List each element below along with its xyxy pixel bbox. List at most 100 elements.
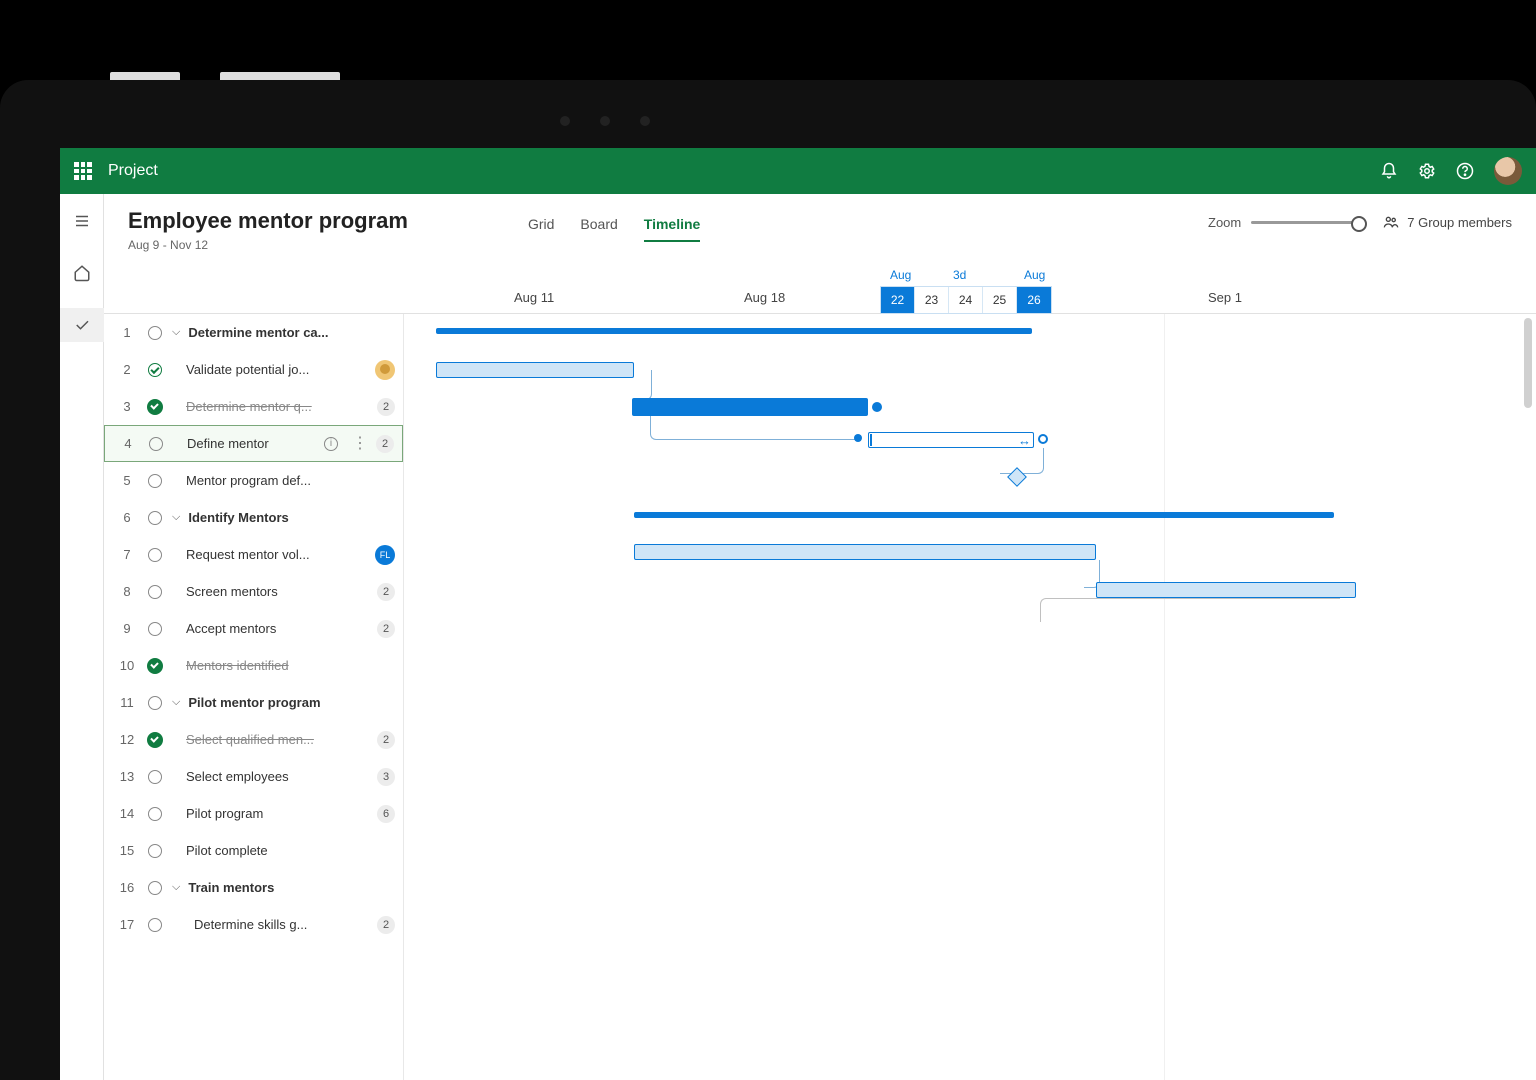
row-number: 7 — [116, 547, 138, 562]
vertical-scrollbar[interactable] — [1524, 318, 1532, 408]
tab-board[interactable]: Board — [580, 216, 617, 242]
day-cells[interactable]: 22 23 24 25 26 — [880, 286, 1052, 314]
chevron-down-icon[interactable]: ⌵ — [172, 326, 180, 339]
app-launcher-icon[interactable] — [74, 162, 92, 180]
task-row[interactable]: 17Determine skills g...2 — [104, 906, 403, 943]
task-name: Mentors identified — [172, 658, 395, 673]
chevron-down-icon[interactable]: ⌵ — [172, 881, 180, 894]
task-row[interactable]: 3Determine mentor q...2 — [104, 388, 403, 425]
task-name: Determine mentor q... — [172, 399, 369, 414]
task-row[interactable]: 10Mentors identified — [104, 647, 403, 684]
task-row[interactable]: 11⌵Pilot mentor program — [104, 684, 403, 721]
task-row[interactable]: 9Accept mentors2 — [104, 610, 403, 647]
scale-date: Sep 1 — [1208, 290, 1242, 305]
day-cell[interactable]: 22 — [881, 287, 915, 313]
tasks-nav[interactable] — [60, 308, 104, 342]
assignee-avatar[interactable] — [375, 360, 395, 380]
task-row[interactable]: 4Define mentori⋮2 — [104, 425, 403, 462]
info-icon[interactable]: i — [324, 437, 338, 451]
task-row[interactable]: 8Screen mentors2 — [104, 573, 403, 610]
home-nav[interactable] — [60, 256, 104, 290]
status-open-icon[interactable] — [148, 881, 162, 895]
count-badge: 2 — [377, 916, 395, 934]
task-row[interactable]: 2 Validate potential jo... — [104, 351, 403, 388]
task-row[interactable]: 6⌵Identify Mentors — [104, 499, 403, 536]
row-number: 1 — [116, 325, 138, 340]
status-progress-icon[interactable] — [148, 363, 162, 377]
day-cell[interactable]: 23 — [915, 287, 949, 313]
count-badge: 2 — [377, 583, 395, 601]
left-rail — [60, 194, 104, 1080]
status-open-icon[interactable] — [148, 548, 162, 562]
group-members-button[interactable]: 7 Group members — [1383, 214, 1512, 230]
chevron-down-icon[interactable]: ⌵ — [172, 696, 180, 709]
task-name: Determine mentor ca... — [188, 325, 395, 340]
gantt-bar[interactable] — [868, 432, 1034, 448]
day-cell[interactable]: 25 — [983, 287, 1017, 313]
task-row[interactable]: 12Select qualified men...2 — [104, 721, 403, 758]
status-open-icon[interactable] — [148, 918, 162, 932]
assignee-avatar[interactable]: FL — [375, 545, 395, 565]
gantt-bar[interactable] — [436, 362, 634, 378]
task-name: Select employees — [172, 769, 369, 784]
scale-month: Aug — [890, 268, 911, 282]
status-open-icon[interactable] — [148, 696, 162, 710]
status-done-icon[interactable] — [147, 399, 163, 415]
task-row[interactable]: 14Pilot program6 — [104, 795, 403, 832]
status-done-icon[interactable] — [147, 732, 163, 748]
user-avatar[interactable] — [1494, 157, 1522, 185]
help-icon[interactable] — [1456, 162, 1474, 180]
task-row[interactable]: 1 ⌵ Determine mentor ca... — [104, 314, 403, 351]
project-date-range: Aug 9 - Nov 12 — [128, 238, 408, 252]
timeline-scale: Aug 11 Aug 18 Sep 1 Aug 3d Aug 22 23 24 … — [104, 260, 1536, 314]
status-open-icon[interactable] — [148, 807, 162, 821]
gear-icon[interactable] — [1418, 162, 1436, 180]
bell-icon[interactable] — [1380, 162, 1398, 180]
scale-month: 3d — [953, 268, 966, 282]
menu-toggle[interactable] — [60, 204, 104, 238]
gantt-bar[interactable] — [634, 544, 1096, 560]
task-name: Validate potential jo... — [172, 362, 367, 377]
count-badge: 3 — [377, 768, 395, 786]
scale-date: Aug 18 — [744, 290, 785, 305]
task-row[interactable]: 16⌵Train mentors — [104, 869, 403, 906]
project-title: Employee mentor program — [128, 208, 408, 234]
gantt-resize-handle-icon[interactable] — [1038, 434, 1048, 444]
task-row[interactable]: 13Select employees3 — [104, 758, 403, 795]
gantt-bar[interactable] — [632, 398, 868, 416]
task-row[interactable]: 7Request mentor vol...FL — [104, 536, 403, 573]
gantt-summary-bar[interactable] — [634, 512, 1334, 518]
group-members-label: 7 Group members — [1407, 215, 1512, 230]
status-open-icon[interactable] — [148, 585, 162, 599]
chevron-down-icon[interactable]: ⌵ — [172, 511, 180, 524]
status-open-icon[interactable] — [148, 326, 162, 340]
task-name: Identify Mentors — [188, 510, 395, 525]
gantt-bar-end-icon — [872, 402, 882, 412]
task-name: Select qualified men... — [172, 732, 369, 747]
task-name: Pilot program — [172, 806, 369, 821]
task-row[interactable]: 5Mentor program def... — [104, 462, 403, 499]
gantt-bar[interactable] — [1096, 582, 1356, 598]
day-cell[interactable]: 24 — [949, 287, 983, 313]
count-badge: 2 — [377, 731, 395, 749]
view-tabs: Grid Board Timeline — [528, 216, 700, 242]
status-open-icon[interactable] — [148, 770, 162, 784]
tab-timeline[interactable]: Timeline — [644, 216, 701, 242]
zoom-slider[interactable] — [1251, 221, 1361, 224]
home-icon — [73, 264, 91, 282]
row-number: 16 — [116, 880, 138, 895]
row-number: 14 — [116, 806, 138, 821]
status-open-icon[interactable] — [148, 844, 162, 858]
gantt-chart[interactable]: ↔ — [404, 314, 1536, 1080]
status-done-icon[interactable] — [147, 658, 163, 674]
status-open-icon[interactable] — [148, 511, 162, 525]
row-number: 2 — [116, 362, 138, 377]
gantt-link-dot-icon — [854, 434, 862, 442]
day-cell[interactable]: 26 — [1017, 287, 1051, 313]
status-open-icon[interactable] — [148, 622, 162, 636]
status-open-icon[interactable] — [148, 474, 162, 488]
gantt-summary-bar[interactable] — [436, 328, 1032, 334]
tab-grid[interactable]: Grid — [528, 216, 554, 242]
task-row[interactable]: 15Pilot complete — [104, 832, 403, 869]
status-open-icon[interactable] — [149, 437, 163, 451]
